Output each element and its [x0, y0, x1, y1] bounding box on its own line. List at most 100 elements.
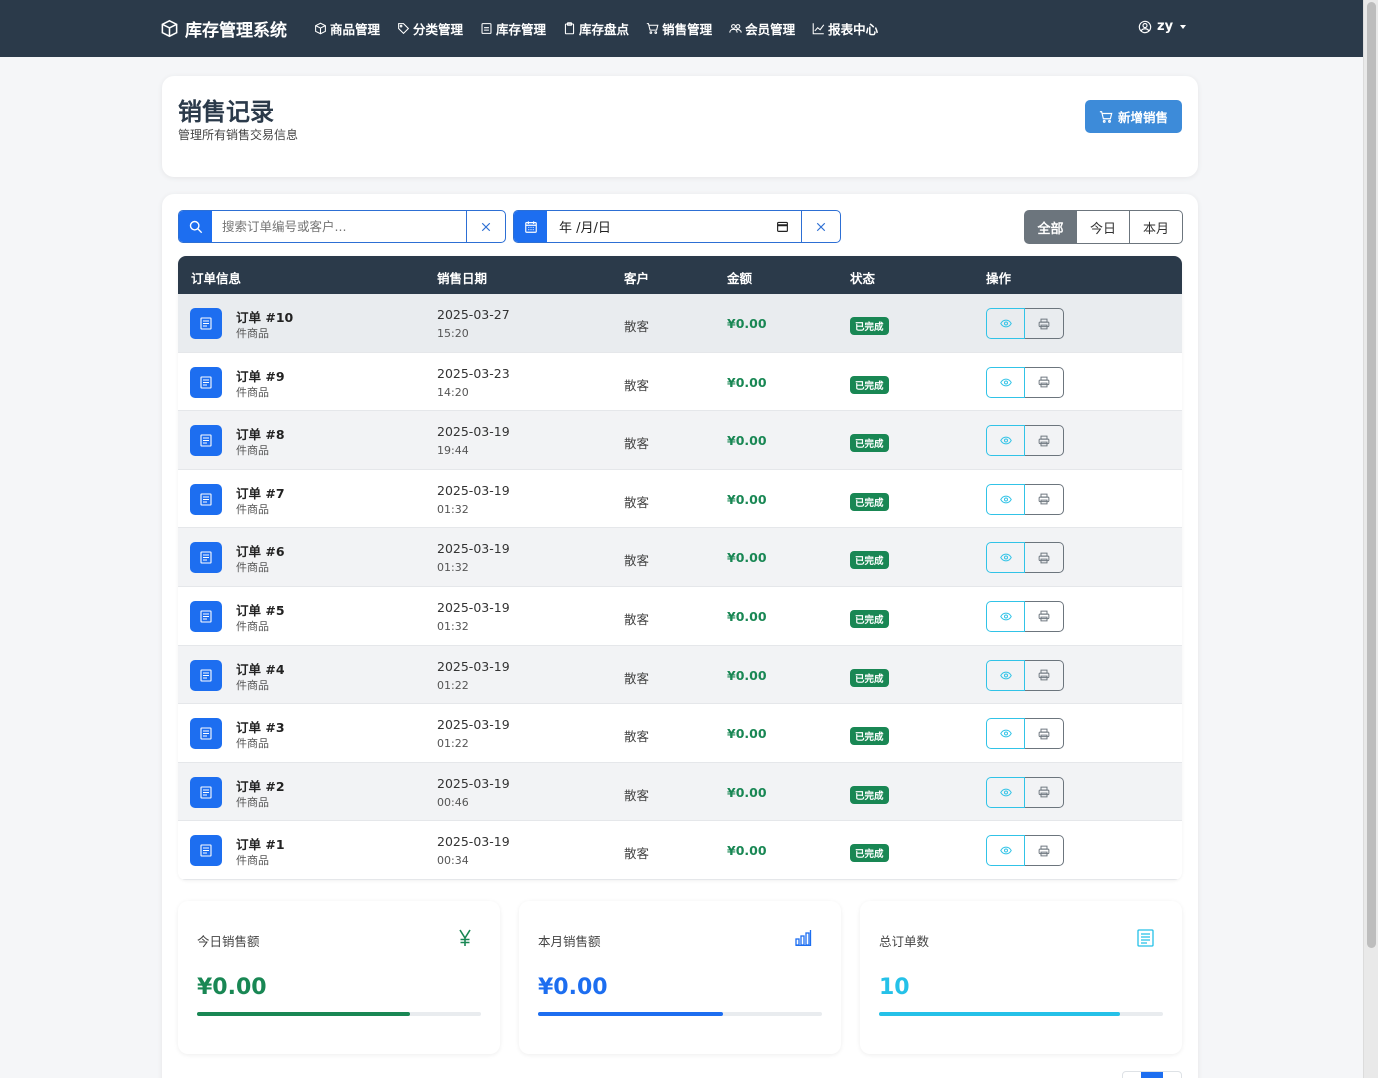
- calendar-icon: [514, 211, 547, 242]
- order-items-label: 件商品: [236, 678, 269, 692]
- filter-month-button[interactable]: 本月: [1130, 210, 1183, 244]
- table-row: 订单 #9 件商品 2025-03-23 14:20 散客 ¥0.00 已完成: [178, 352, 1182, 412]
- receipt-icon: [1137, 929, 1154, 951]
- view-button[interactable]: [986, 718, 1025, 750]
- nav-item-products[interactable]: 商品管理: [314, 19, 380, 38]
- print-button[interactable]: [1025, 483, 1064, 515]
- new-sale-button[interactable]: 新增销售: [1085, 100, 1182, 133]
- inventory-icon: [481, 23, 492, 34]
- status-badge: 已完成: [850, 844, 889, 863]
- sale-amount: ¥0.00: [727, 608, 767, 624]
- sale-time: 14:20: [437, 385, 469, 399]
- stat-value: 10: [879, 975, 910, 1000]
- nav-item-label: 商品管理: [330, 22, 381, 37]
- sale-time: 01:32: [437, 561, 469, 575]
- sale-time: 01:32: [437, 619, 469, 633]
- sale-amount: ¥0.00: [727, 550, 767, 566]
- stat-progress-bar: [197, 1012, 410, 1016]
- stat-label: 本月销售额: [538, 934, 601, 949]
- view-button[interactable]: [986, 425, 1025, 457]
- customer-name: 散客: [624, 670, 650, 686]
- sale-amount: ¥0.00: [727, 316, 767, 331]
- user-dropdown[interactable]: zy: [1138, 19, 1187, 34]
- order-number: 订单 #6: [236, 544, 285, 560]
- table-row: 订单 #4 件商品 2025-03-19 01:22 散客 ¥0.00 已完成: [178, 645, 1182, 705]
- print-button[interactable]: [1025, 776, 1064, 808]
- table-row: 订单 #7 件商品 2025-03-19 01:32 散客 ¥0.00 已完成: [178, 469, 1182, 529]
- nav-item-categories[interactable]: 分类管理: [397, 19, 463, 38]
- nav-item-members[interactable]: 会员管理: [729, 19, 795, 38]
- view-button[interactable]: [986, 542, 1025, 574]
- view-button[interactable]: [986, 308, 1025, 339]
- column-header-actions: 操作: [986, 271, 1012, 286]
- page-scrollbar[interactable]: [1363, 0, 1378, 1078]
- people-icon: [729, 24, 742, 33]
- print-button[interactable]: [1025, 366, 1064, 398]
- column-header-status: 状态: [850, 271, 876, 286]
- filter-today-button[interactable]: 今日: [1077, 210, 1130, 244]
- scrollbar-thumb[interactable]: [1367, 2, 1376, 948]
- status-badge: 已完成: [850, 492, 889, 511]
- cart-icon: [1099, 110, 1113, 123]
- order-number: 订单 #1: [236, 837, 285, 853]
- clear-date-button[interactable]: [801, 211, 840, 242]
- print-button[interactable]: [1025, 659, 1064, 691]
- sale-amount: ¥0.00: [727, 433, 767, 449]
- print-button[interactable]: [1025, 600, 1064, 632]
- print-button[interactable]: [1025, 835, 1064, 867]
- sale-date: 2025-03-19: [437, 482, 510, 498]
- user-circle-icon: [1138, 20, 1152, 33]
- close-icon: [481, 222, 491, 231]
- receipt-icon: [190, 835, 222, 867]
- table-row: 订单 #8 件商品 2025-03-19 19:44 散客 ¥0.00 已完成: [178, 411, 1182, 470]
- view-button[interactable]: [986, 600, 1025, 632]
- table-header: 订单信息 销售日期 客户 金额 状态 操作: [178, 256, 1182, 294]
- view-button[interactable]: [986, 835, 1025, 867]
- sale-amount: ¥0.00: [727, 784, 767, 800]
- brand-link[interactable]: 库存管理系统: [160, 16, 287, 41]
- sale-time: 01:22: [437, 737, 469, 751]
- user-name: zy: [1157, 19, 1174, 34]
- receipt-icon: [190, 659, 222, 691]
- print-button[interactable]: [1025, 308, 1064, 339]
- order-number: 订单 #2: [236, 778, 285, 794]
- print-button[interactable]: [1025, 425, 1064, 457]
- filter-all-button[interactable]: 全部: [1024, 210, 1077, 244]
- stat-label: 总订单数: [879, 934, 930, 949]
- print-button[interactable]: [1025, 542, 1064, 574]
- nav-item-inventory[interactable]: 库存管理: [480, 19, 546, 38]
- chart-line-icon: [812, 23, 825, 35]
- stat-card-month: 本月销售额 ¥0.00: [519, 901, 841, 1054]
- print-button[interactable]: [1025, 718, 1064, 750]
- view-button[interactable]: [986, 776, 1025, 808]
- view-button[interactable]: [986, 483, 1025, 515]
- search-input[interactable]: [212, 211, 466, 242]
- nav-item-stocktake[interactable]: 库存盘点: [563, 19, 629, 38]
- stat-card-today: 今日销售额 ¥0.00: [178, 901, 500, 1054]
- sale-amount: ¥0.00: [727, 374, 767, 390]
- view-button[interactable]: [986, 659, 1025, 691]
- clear-search-button[interactable]: [466, 211, 505, 242]
- customer-name: 散客: [624, 611, 650, 627]
- order-items-label: 件商品: [236, 561, 269, 575]
- sales-table: 订单信息 销售日期 客户 金额 状态 操作 订单 #10 件商品 2025-03-2…: [178, 256, 1182, 880]
- order-items-label: 件商品: [236, 327, 269, 340]
- bar-chart-icon: [795, 929, 813, 950]
- sale-amount: ¥0.00: [727, 667, 767, 683]
- column-header-amount: 金额: [727, 271, 753, 286]
- eye-icon: [999, 788, 1012, 797]
- row-actions: [986, 776, 1064, 808]
- order-number: 订单 #10: [236, 310, 294, 325]
- calendar-picker-icon[interactable]: [776, 220, 789, 233]
- sale-date: 2025-03-19: [437, 424, 510, 440]
- sale-date: 2025-03-19: [437, 717, 510, 733]
- nav-item-reports[interactable]: 报表中心: [812, 19, 878, 38]
- nav-item-sales[interactable]: 销售管理: [646, 19, 712, 38]
- top-navbar: 库存管理系统 商品管理 分类管理 库存管理 库存盘点 销售管理 会员管理 报表中…: [0, 0, 1363, 57]
- view-button[interactable]: [986, 366, 1025, 398]
- pagination-active-page[interactable]: [1141, 1072, 1163, 1078]
- customer-name: 散客: [624, 319, 650, 334]
- date-input[interactable]: 年 /月/日: [547, 211, 801, 242]
- row-actions: [986, 659, 1064, 691]
- row-actions: [986, 718, 1064, 750]
